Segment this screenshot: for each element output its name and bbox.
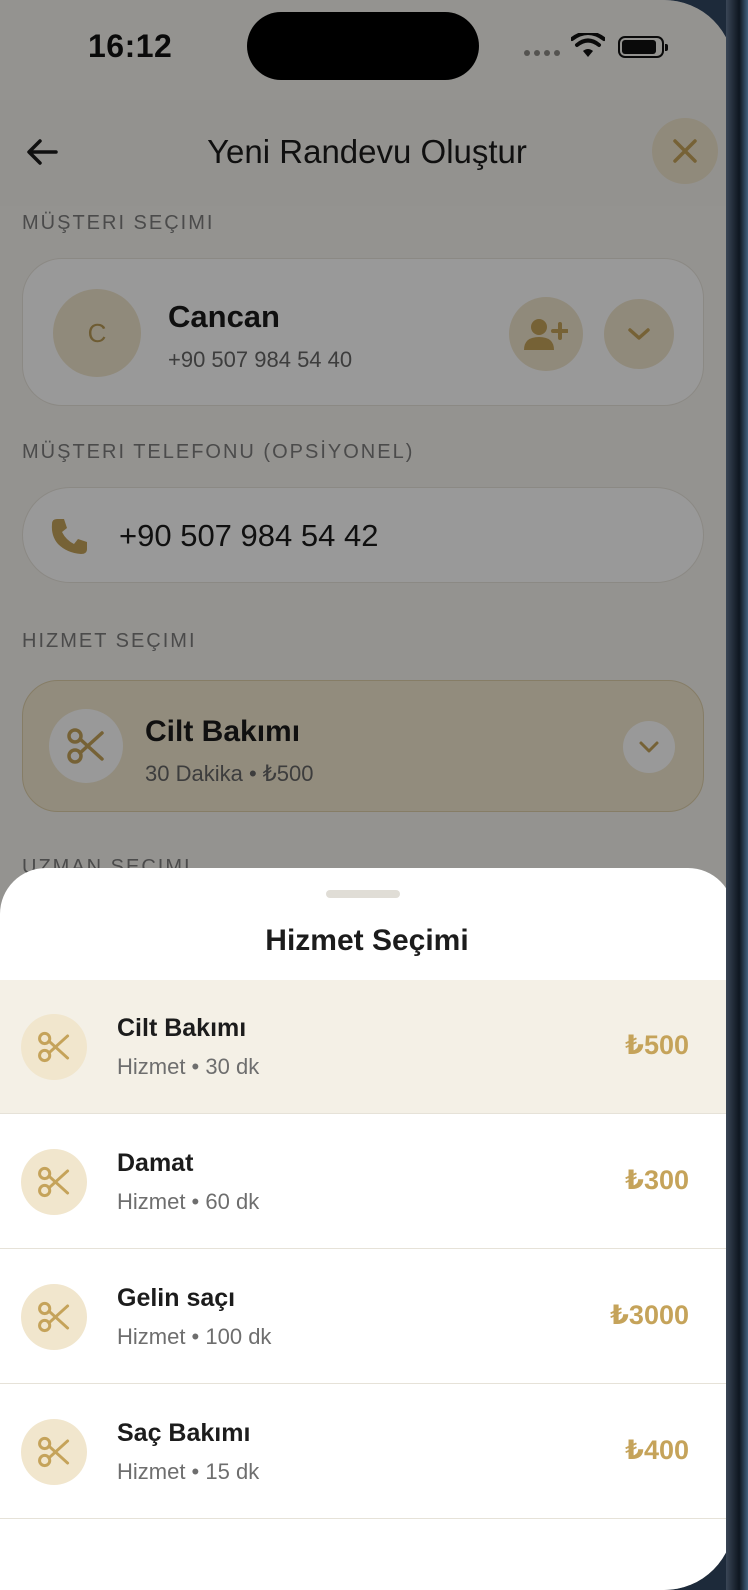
service-option-price: ₺3000 — [610, 1300, 689, 1330]
service-option-icon — [21, 1149, 87, 1215]
service-option-price: ₺500 — [625, 1030, 689, 1060]
service-option-name: Gelin saçı — [117, 1284, 236, 1312]
sheet-drag-handle[interactable] — [326, 890, 400, 898]
service-option-name: Damat — [117, 1149, 194, 1177]
service-option-row[interactable]: Cilt Bakımı Hizmet • 30 dk ₺500 — [0, 980, 734, 1114]
device-frame-edge — [726, 0, 748, 1590]
scissors-icon — [38, 1436, 70, 1468]
service-option-icon — [21, 1284, 87, 1350]
service-option-meta: Hizmet • 60 dk — [117, 1189, 260, 1214]
service-option-row[interactable]: Saç Bakımı Hizmet • 15 dk ₺400 — [0, 1385, 734, 1519]
service-option-meta: Hizmet • 15 dk — [117, 1459, 260, 1484]
service-option-name: Saç Bakımı — [117, 1419, 251, 1447]
scissors-icon — [38, 1301, 70, 1333]
service-option-icon — [21, 1014, 87, 1080]
scissors-icon — [38, 1031, 70, 1063]
service-option-meta: Hizmet • 100 dk — [117, 1324, 272, 1349]
device-screen: 16:12 Yeni Randevu Oluştur MÜŞTERI SEÇIM… — [0, 0, 734, 1590]
sheet-title: Hizmet Seçimi — [265, 924, 469, 957]
service-option-row[interactable]: Gelin saçı Hizmet • 100 dk ₺3000 — [0, 1250, 734, 1384]
service-option-icon — [21, 1419, 87, 1485]
service-option-row[interactable]: Damat Hizmet • 60 dk ₺300 — [0, 1115, 734, 1249]
service-option-name: Cilt Bakımı — [117, 1014, 247, 1042]
service-option-meta: Hizmet • 30 dk — [117, 1054, 260, 1079]
scissors-icon — [38, 1166, 70, 1198]
service-option-price: ₺300 — [625, 1165, 689, 1195]
service-picker-sheet: Hizmet Seçimi Cilt Bakımı Hizmet • 30 dk ₺… — [0, 868, 734, 1590]
service-option-price: ₺400 — [625, 1435, 689, 1465]
